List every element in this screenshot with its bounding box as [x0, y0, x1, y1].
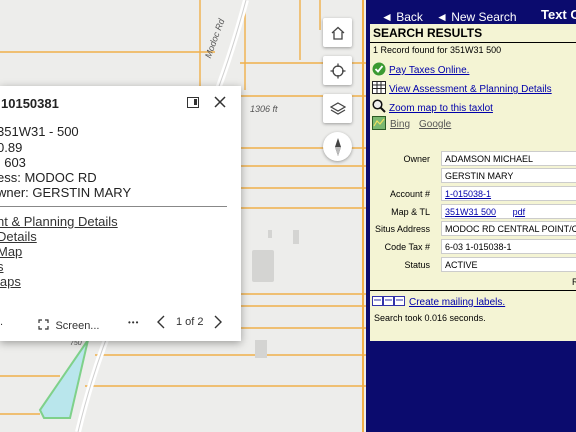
next-feature-button[interactable]: [214, 315, 222, 334]
account-link[interactable]: 1-015038-1: [445, 189, 491, 199]
search-time: Search took 0.016 seconds.: [374, 313, 486, 323]
account-label: Account #: [389, 189, 430, 199]
popup-title: 10150381: [1, 96, 59, 111]
dock-button[interactable]: [187, 97, 199, 108]
codetax-label: Code Tax #: [384, 242, 430, 252]
fullscreen-icon: [38, 319, 49, 330]
locate-button[interactable]: [323, 56, 352, 85]
elevation-label: 1306 ft: [250, 104, 278, 114]
situs-label: Situs Address: [374, 224, 430, 234]
top-nav: ◄ Back ◄ New Search Text C: [366, 0, 576, 24]
bing-link[interactable]: Bing: [390, 119, 410, 130]
zoom-link[interactable]: Zoom map to this taxlot: [389, 103, 493, 114]
search-results-panel: SEARCH RESULTS 1 Record found for 351W31…: [370, 24, 576, 341]
owner-label: Owner: [403, 154, 430, 164]
results-title: SEARCH RESULTS: [373, 26, 483, 40]
popup-link-map[interactable]: Map: [0, 244, 22, 259]
layers-icon: [329, 101, 346, 115]
popup-line-owner: wner: GERSTIN MARY: [0, 185, 132, 200]
pager-text: 1 of 2: [176, 316, 204, 328]
compass-icon: [334, 137, 341, 156]
map-view[interactable]: Modoc Rd 1306 ft 750 10150381 351W31 - 5…: [0, 0, 366, 432]
mailing-divider: [370, 290, 576, 291]
home-button[interactable]: [323, 18, 352, 47]
owner-value-2: GERSTIN MARY: [441, 168, 576, 183]
situs-value: MODOC RD CENTRAL POINT/CO: [441, 221, 576, 236]
popup-divider: [0, 206, 227, 207]
new-search-link[interactable]: ◄ New Search: [436, 10, 517, 24]
back-link[interactable]: ◄ Back: [381, 10, 423, 24]
pay-taxes-link[interactable]: Pay Taxes Online.: [389, 65, 469, 76]
home-icon: [331, 26, 344, 40]
chevron-right-icon: [214, 315, 222, 329]
close-button[interactable]: [212, 94, 228, 110]
screen-label: Screen...: [55, 320, 100, 332]
owner-value-1: ADAMSON MICHAEL: [441, 151, 576, 166]
magnifier-icon: [372, 99, 386, 113]
popup-line-maptl: 351W31 - 500: [0, 124, 79, 139]
results-summary: 1 Record found for 351W31 500: [373, 45, 502, 55]
maptl-label: Map & TL: [391, 207, 430, 217]
locate-icon: [330, 63, 345, 78]
maptl-value: 351W31 500 pdf: [441, 204, 576, 219]
pdf-link[interactable]: pdf: [513, 207, 526, 217]
maptl-link[interactable]: 351W31 500: [445, 207, 496, 217]
codetax-value: 6-03 1-015038-1: [441, 239, 576, 254]
google-link[interactable]: Google: [419, 119, 451, 130]
prev-feature-button[interactable]: [157, 315, 165, 334]
popup-link-assessment[interactable]: nt & Planning Details: [0, 214, 118, 229]
popup-line-code: : 603: [0, 155, 26, 170]
popup-link-details[interactable]: Details: [0, 229, 37, 244]
results-title-underline: [370, 42, 576, 43]
more-options-icon[interactable]: •••: [128, 318, 139, 327]
text-link[interactable]: Text C: [541, 7, 576, 22]
chevron-left-icon: [157, 315, 165, 329]
labels-icon: [372, 296, 405, 306]
layers-button[interactable]: [323, 94, 352, 123]
mailing-labels-link[interactable]: Create mailing labels.: [409, 297, 505, 308]
map-icon: [372, 116, 386, 130]
table-icon: [372, 81, 386, 94]
popup-line-address: ess: MODOC RD: [0, 170, 97, 185]
close-icon: [214, 96, 226, 108]
r-marker: R: [572, 277, 576, 287]
popup-line-acres: 0.89: [0, 140, 23, 155]
compass-button[interactable]: [323, 132, 352, 161]
map-small-label: 750: [70, 340, 82, 347]
account-value: 1-015038-1: [441, 186, 576, 201]
status-value: ACTIVE: [441, 257, 576, 272]
status-label: Status: [404, 260, 430, 270]
feature-popup: 10150381 351W31 - 500 0.89 : 603 ess: MO…: [0, 86, 241, 341]
popup-link-s[interactable]: s: [0, 259, 4, 274]
screen-button[interactable]: Screen...: [38, 316, 100, 332]
popup-link-maps[interactable]: laps: [0, 274, 21, 289]
check-icon: [372, 62, 386, 76]
assessment-link[interactable]: View Assessment & Planning Details: [389, 84, 552, 95]
popup-footer-left: .: [0, 316, 4, 328]
dock-icon: [194, 99, 197, 105]
